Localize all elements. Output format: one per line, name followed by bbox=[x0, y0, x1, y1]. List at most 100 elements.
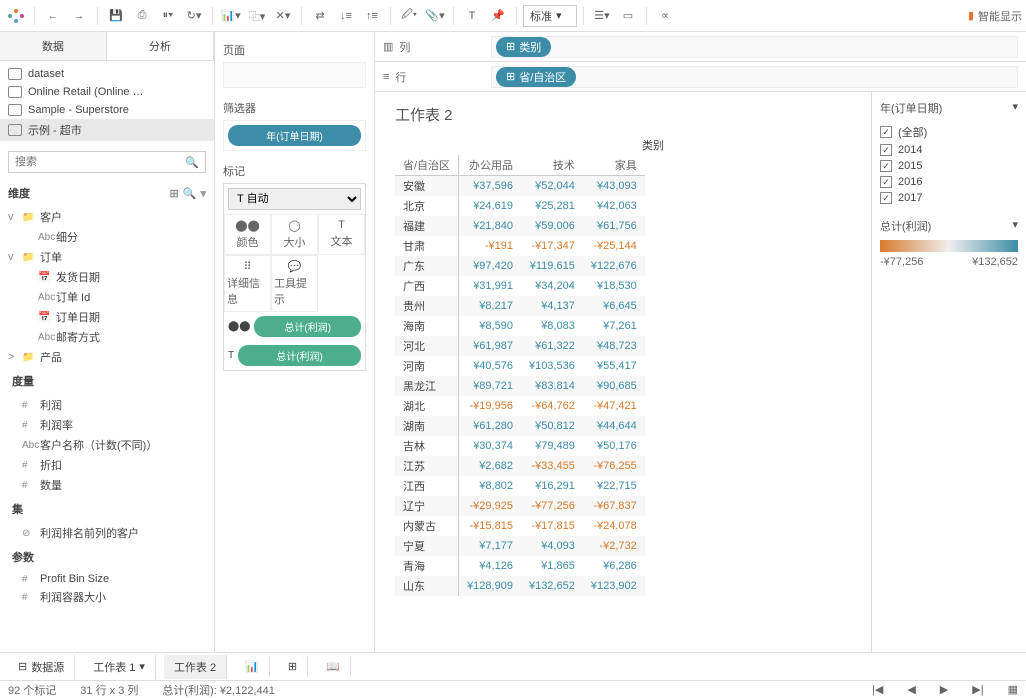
field-item[interactable]: >📁产品 bbox=[4, 347, 210, 367]
table-header[interactable]: 技术 bbox=[521, 155, 583, 176]
mark-text[interactable]: T文本 bbox=[318, 214, 365, 255]
checkbox-icon[interactable]: ✓ bbox=[880, 144, 892, 156]
mark-text-pill[interactable]: 总计(利润) bbox=[238, 345, 361, 366]
mark-color[interactable]: ⬤⬤颜色 bbox=[224, 214, 271, 255]
table-header[interactable]: 省/自治区 bbox=[395, 155, 459, 176]
new-worksheet-icon[interactable]: 📊 bbox=[235, 656, 270, 677]
datasource-item[interactable]: Online Retail (Online … bbox=[0, 83, 214, 101]
group-icon[interactable]: 📎▾ bbox=[423, 4, 447, 28]
table-row[interactable]: 海南¥8,590¥8,083¥7,261 bbox=[395, 316, 645, 336]
menu-icon[interactable]: ▾ bbox=[200, 187, 206, 200]
clear-icon[interactable]: ✕▾ bbox=[271, 4, 295, 28]
table-row[interactable]: 河北¥61,987¥61,322¥48,723 bbox=[395, 336, 645, 356]
table-header[interactable]: 家具 bbox=[583, 155, 645, 176]
table-row[interactable]: 青海¥4,126¥1,865¥6,286 bbox=[395, 556, 645, 576]
refresh-icon[interactable]: ↻▾ bbox=[182, 4, 206, 28]
sort-asc-icon[interactable]: ↓≡ bbox=[334, 4, 358, 28]
share-icon[interactable]: ∝ bbox=[653, 4, 677, 28]
table-row[interactable]: 吉林¥30,374¥79,489¥50,176 bbox=[395, 436, 645, 456]
legend-menu-icon[interactable]: ▾ bbox=[1012, 218, 1018, 234]
table-row[interactable]: 黑龙江¥89,721¥83,814¥90,685 bbox=[395, 376, 645, 396]
tab-analysis[interactable]: 分析 bbox=[107, 32, 214, 60]
sheet-title[interactable]: 工作表 2 bbox=[395, 104, 851, 125]
table-row[interactable]: 北京¥24,619¥25,281¥42,063 bbox=[395, 196, 645, 216]
table-row[interactable]: 湖南¥61,280¥50,812¥44,644 bbox=[395, 416, 645, 436]
find-icon[interactable]: 🔍 bbox=[183, 187, 197, 200]
table-row[interactable]: 宁夏¥7,177¥4,093-¥2,732 bbox=[395, 536, 645, 556]
duplicate-icon[interactable]: ⿻▾ bbox=[245, 4, 269, 28]
view-icon[interactable]: ⊞ bbox=[170, 187, 179, 200]
datasource-item[interactable]: Sample - Superstore bbox=[0, 101, 214, 119]
forward-icon[interactable]: → bbox=[67, 4, 91, 28]
highlight-icon[interactable]: 🖉▾ bbox=[397, 4, 421, 28]
rows-shelf[interactable]: ≡行 ⊞省/自治区 bbox=[375, 62, 1026, 92]
checkbox-icon[interactable]: ✓ bbox=[880, 192, 892, 204]
checkbox-icon[interactable]: ✓ bbox=[880, 160, 892, 172]
field-item[interactable]: #利润容器大小 bbox=[4, 587, 210, 607]
field-item[interactable]: Abc订单 Id bbox=[4, 287, 210, 307]
tab-data[interactable]: 数据 bbox=[0, 32, 107, 60]
new-story-icon[interactable]: 📖 bbox=[316, 656, 351, 677]
pause-icon[interactable]: ⏸▾ bbox=[156, 4, 180, 28]
filter-menu-icon[interactable]: ▾ bbox=[1012, 100, 1018, 116]
mark-size[interactable]: ◯大小 bbox=[271, 214, 318, 255]
year-checkbox-row[interactable]: ✓2017 bbox=[880, 190, 1018, 206]
field-item[interactable]: #利润率 bbox=[4, 415, 210, 435]
year-checkbox-row[interactable]: ✓(全部) bbox=[880, 122, 1018, 142]
table-row[interactable]: 内蒙古-¥15,815-¥17,815-¥24,078 bbox=[395, 516, 645, 536]
back-icon[interactable]: ← bbox=[41, 4, 65, 28]
color-gradient[interactable] bbox=[880, 240, 1018, 252]
field-item[interactable]: ⊘利润排名前列的客户 bbox=[4, 523, 210, 543]
field-item[interactable]: 📅订单日期 bbox=[4, 307, 210, 327]
table-row[interactable]: 安徽¥37,596¥52,044¥43,093 bbox=[395, 176, 645, 197]
filter-pill[interactable]: 年(订单日期) bbox=[228, 125, 361, 146]
table-row[interactable]: 江苏¥2,682-¥33,455-¥76,255 bbox=[395, 456, 645, 476]
cards-icon[interactable]: ☰▾ bbox=[590, 4, 614, 28]
field-item[interactable]: v📁订单 bbox=[4, 247, 210, 267]
table-row[interactable]: 广西¥31,991¥34,204¥18,530 bbox=[395, 276, 645, 296]
crosstab[interactable]: 省/自治区办公用品技术家具安徽¥37,596¥52,044¥43,093北京¥2… bbox=[395, 155, 645, 596]
columns-shelf[interactable]: ▥列 ⊞类别 bbox=[375, 32, 1026, 62]
table-row[interactable]: 辽宁-¥29,925-¥77,256-¥67,837 bbox=[395, 496, 645, 516]
mark-color-pill[interactable]: 总计(利润) bbox=[254, 316, 361, 337]
swap-icon[interactable]: ⇄ bbox=[308, 4, 332, 28]
tab-worksheet-1[interactable]: 工作表 1▾ bbox=[83, 655, 156, 679]
filters-shelf[interactable]: 年(订单日期) bbox=[223, 120, 366, 151]
field-item[interactable]: v📁客户 bbox=[4, 207, 210, 227]
field-item[interactable]: #数量 bbox=[4, 475, 210, 495]
table-row[interactable]: 河南¥40,576¥103,536¥55,417 bbox=[395, 356, 645, 376]
year-checkbox-row[interactable]: ✓2016 bbox=[880, 174, 1018, 190]
table-row[interactable]: 甘肃-¥191-¥17,347-¥25,144 bbox=[395, 236, 645, 256]
year-checkbox-row[interactable]: ✓2015 bbox=[880, 158, 1018, 174]
new-ws-icon[interactable]: 📊▾ bbox=[219, 4, 243, 28]
datasource-item[interactable]: dataset bbox=[0, 65, 214, 83]
datasource-item[interactable]: 示例 - 超市 bbox=[0, 119, 214, 141]
field-item[interactable]: Abc客户名称（计数(不同)） bbox=[4, 435, 210, 455]
presentation-icon[interactable]: ▭ bbox=[616, 4, 640, 28]
field-item[interactable]: Abc邮寄方式 bbox=[4, 327, 210, 347]
table-header[interactable]: 办公用品 bbox=[459, 155, 521, 176]
fit-dropdown[interactable]: 标准▾ bbox=[523, 5, 577, 27]
pages-shelf[interactable] bbox=[223, 62, 366, 88]
table-row[interactable]: 江西¥8,802¥16,291¥22,715 bbox=[395, 476, 645, 496]
table-row[interactable]: 福建¥21,840¥59,006¥61,756 bbox=[395, 216, 645, 236]
tableau-logo-icon[interactable] bbox=[4, 4, 28, 28]
rows-pill[interactable]: ⊞省/自治区 bbox=[496, 67, 576, 87]
field-item[interactable]: #Profit Bin Size bbox=[4, 571, 210, 587]
mark-detail[interactable]: ⠿详细信息 bbox=[224, 255, 271, 312]
new-dashboard-icon[interactable]: ⊞ bbox=[278, 656, 308, 677]
checkbox-icon[interactable]: ✓ bbox=[880, 126, 892, 138]
sort-desc-icon[interactable]: ↑≡ bbox=[360, 4, 384, 28]
field-item[interactable]: 📅发货日期 bbox=[4, 267, 210, 287]
table-row[interactable]: 广东¥97,420¥119,615¥122,676 bbox=[395, 256, 645, 276]
field-item[interactable]: #利润 bbox=[4, 395, 210, 415]
search-box[interactable]: 🔍 bbox=[8, 151, 206, 173]
labels-icon[interactable]: T bbox=[460, 4, 484, 28]
tab-worksheet-2[interactable]: 工作表 2 bbox=[164, 655, 227, 679]
checkbox-icon[interactable]: ✓ bbox=[880, 176, 892, 188]
mark-tooltip[interactable]: 💬工具提示 bbox=[271, 255, 318, 312]
table-row[interactable]: 贵州¥8,217¥4,137¥6,645 bbox=[395, 296, 645, 316]
pin-icon[interactable]: 📌 bbox=[486, 4, 510, 28]
new-datasource-icon[interactable]: ⎙ bbox=[130, 4, 154, 28]
mark-type-select[interactable]: T 自动 bbox=[228, 188, 361, 210]
